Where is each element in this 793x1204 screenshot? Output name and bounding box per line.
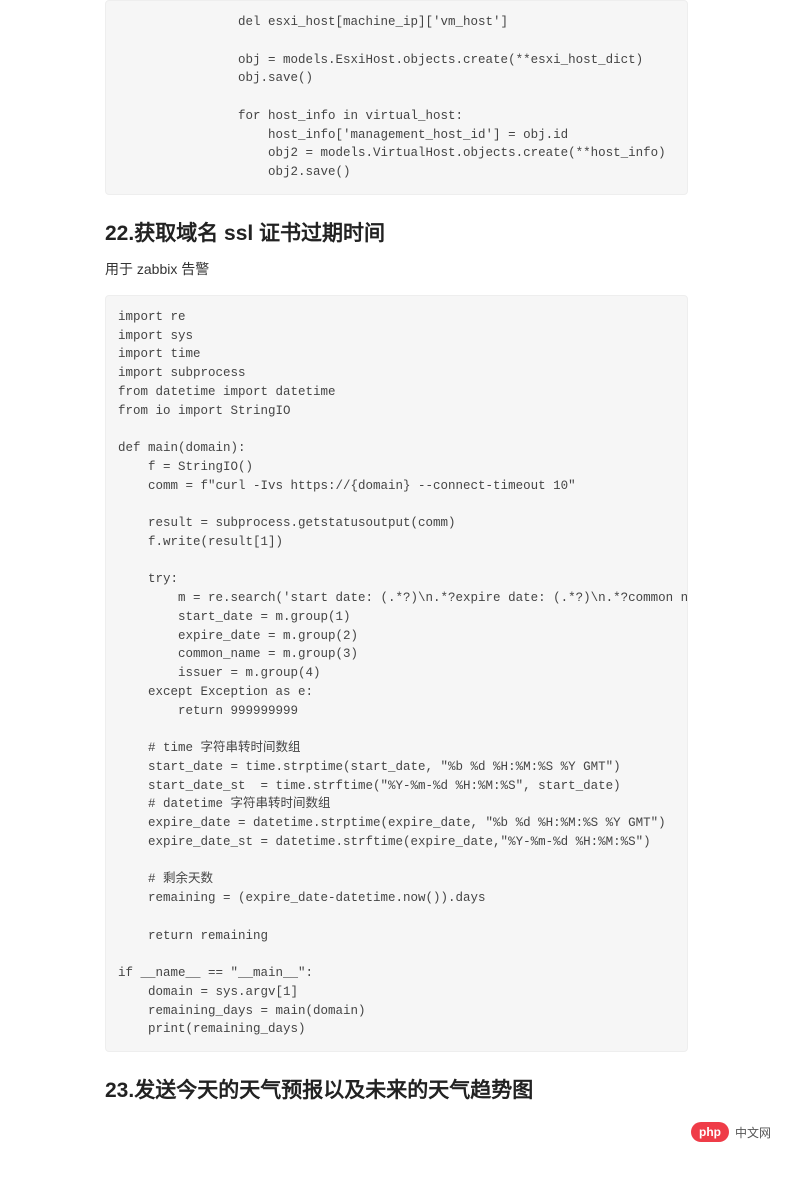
watermark-text: 中文网: [735, 1124, 771, 1141]
section-22-desc: 用于 zabbix 告警: [105, 259, 688, 279]
document-content: del esxi_host[machine_ip]['vm_host'] obj…: [0, 0, 793, 1156]
code-block-ssl: import re import sys import time import …: [105, 295, 688, 1052]
watermark: php 中文网: [691, 1122, 771, 1142]
section-heading-22: 22.获取域名 ssl 证书过期时间: [105, 217, 688, 247]
code-esxi-content: del esxi_host[machine_ip]['vm_host'] obj…: [118, 15, 666, 179]
code-block-esxi: del esxi_host[machine_ip]['vm_host'] obj…: [105, 0, 688, 195]
section-heading-23: 23.发送今天的天气预报以及未来的天气趋势图: [105, 1074, 688, 1104]
code-ssl-content: import re import sys import time import …: [118, 310, 688, 1037]
php-logo-icon: php: [691, 1122, 729, 1142]
